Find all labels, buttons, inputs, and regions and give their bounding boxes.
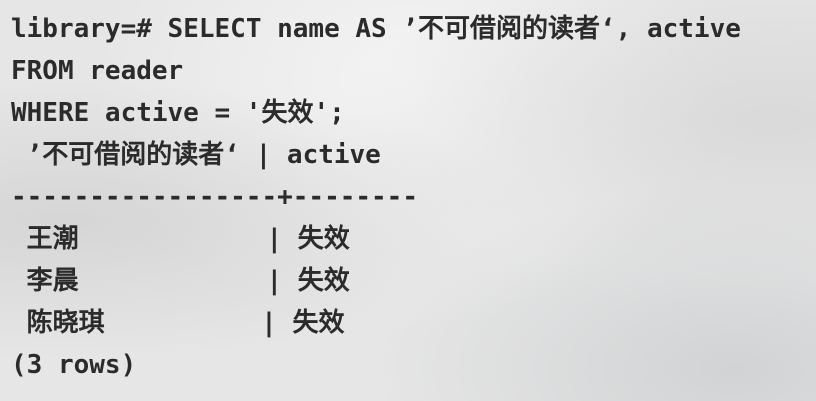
result-row: 陈晓琪 | 失效: [11, 308, 345, 338]
result-row: 王潮 | 失效: [11, 224, 350, 254]
psql-prompt: library=#: [11, 14, 168, 44]
query-line-2: FROM reader: [11, 56, 184, 86]
terminal-window[interactable]: library=# SELECT name AS ’不可借阅的读者‘, acti…: [0, 0, 816, 401]
result-separator: -----------------+--------: [11, 182, 418, 212]
query-text-select: SELECT name AS ’不可借阅的读者‘, active: [167, 14, 741, 44]
query-line-3: WHERE active = '失效';: [11, 98, 345, 128]
result-header: ’不可借阅的读者‘ | active: [11, 140, 381, 170]
result-row: 李晨 | 失效: [11, 266, 350, 296]
result-row-count: (3 rows): [11, 350, 137, 380]
query-line-1: library=# SELECT name AS ’不可借阅的读者‘, acti…: [11, 8, 816, 50]
